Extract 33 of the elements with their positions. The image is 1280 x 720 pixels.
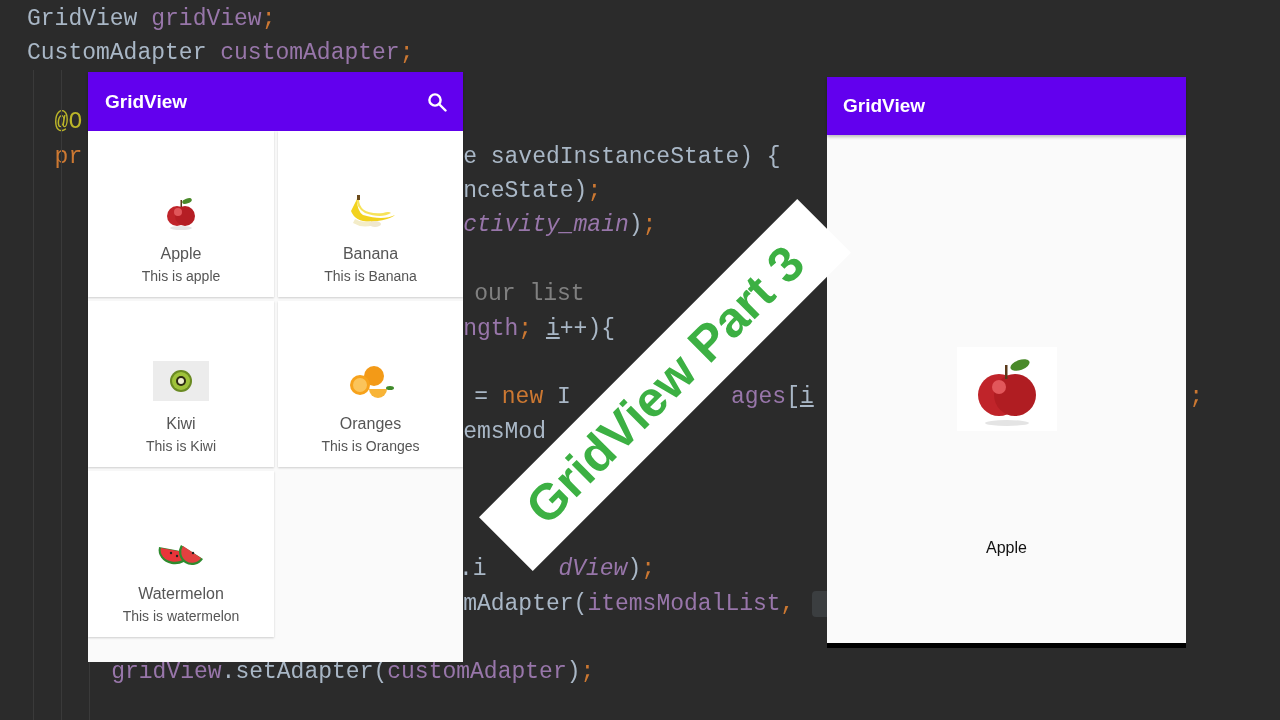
- grid-item[interactable]: Kiwi This is Kiwi: [88, 301, 274, 467]
- item-name: Banana: [342, 244, 399, 264]
- code-text: e savedInstanceState) {: [463, 142, 781, 172]
- app-title: GridView: [105, 90, 187, 113]
- item-description: This is Oranges: [321, 437, 420, 456]
- item-name: Oranges: [339, 414, 402, 434]
- grid-item[interactable]: Banana This is Banana: [278, 131, 463, 297]
- code-text: gridView.setAdapter(customAdapter);: [111, 658, 595, 688]
- code-text: pr: [54, 142, 83, 172]
- item-name: Watermelon: [138, 584, 224, 604]
- code-text: ;: [1189, 383, 1203, 413]
- code-text: @O: [54, 108, 83, 138]
- code-text: CustomAdapter customAdapter;: [27, 39, 414, 69]
- grid-item[interactable]: Apple This is apple: [88, 131, 274, 297]
- item-name: Apple: [160, 244, 202, 264]
- item-name: Kiwi: [166, 414, 196, 434]
- item-description: This is Kiwi: [146, 437, 216, 456]
- app-title: GridView: [843, 95, 925, 117]
- item-description: This is watermelon: [122, 607, 240, 626]
- item-description: This is apple: [141, 267, 221, 286]
- code-text: our list: [474, 280, 585, 310]
- fruit-name: Apple: [986, 539, 1027, 557]
- code-text: GridView gridView;: [27, 5, 276, 34]
- code-text: .i: [459, 555, 487, 585]
- item-description: This is Banana: [324, 267, 417, 286]
- code-text: nceState);: [463, 176, 602, 206]
- code-text: dView);: [558, 555, 655, 585]
- code-text: ngth; i++){: [463, 314, 615, 344]
- code-text: ctivity_main);: [463, 211, 657, 241]
- grid-item[interactable]: Oranges This is Oranges: [278, 301, 463, 467]
- code-text: mAdapter(itemsModalList,: [463, 589, 796, 619]
- grid-item[interactable]: Watermelon This is watermelon: [88, 471, 274, 637]
- code-text: ages[i: [730, 383, 814, 413]
